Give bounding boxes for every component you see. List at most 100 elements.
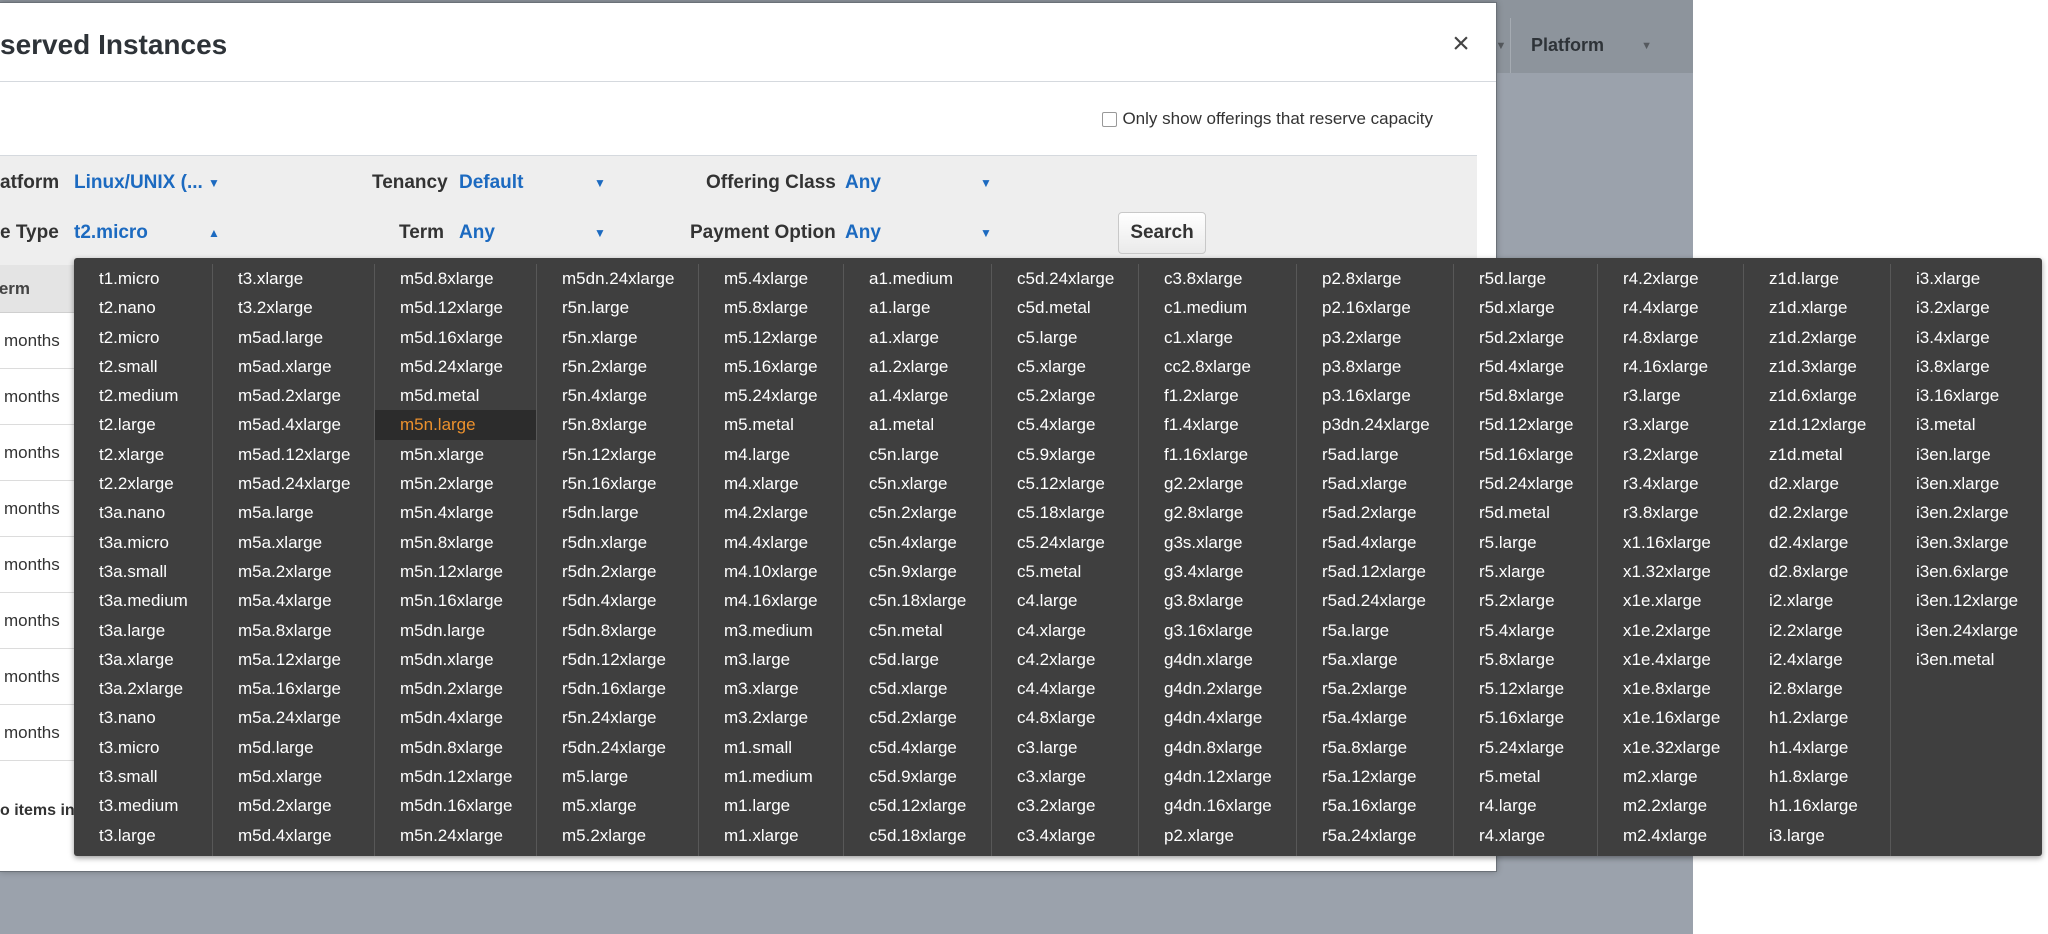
instance-type-option[interactable]: m5ad.12xlarge	[213, 440, 374, 469]
term-column-header[interactable]: erm	[0, 279, 30, 299]
instance-type-option[interactable]: r5n.24xlarge	[537, 703, 698, 732]
instance-type-option[interactable]: m5dn.8xlarge	[375, 733, 536, 762]
instance-type-option[interactable]: h1.2xlarge	[1744, 703, 1890, 732]
instance-type-option[interactable]: m4.2xlarge	[699, 498, 843, 527]
instance-type-option[interactable]: c1.medium	[1139, 293, 1296, 322]
instance-type-option[interactable]: d2.4xlarge	[1744, 528, 1890, 557]
instance-type-option[interactable]: m5a.large	[213, 498, 374, 527]
instance-type-option[interactable]: x1e.16xlarge	[1598, 703, 1743, 732]
instance-type-option[interactable]: r5a.12xlarge	[1297, 762, 1453, 791]
instance-type-option[interactable]: p3dn.24xlarge	[1297, 410, 1453, 439]
instance-type-option[interactable]: m5n.large	[375, 410, 536, 440]
instance-type-option[interactable]: m4.xlarge	[699, 469, 843, 498]
instance-type-option[interactable]: p2.8xlarge	[1297, 264, 1453, 293]
instance-type-option[interactable]: z1d.xlarge	[1744, 293, 1890, 322]
instance-type-option[interactable]: r5n.8xlarge	[537, 410, 698, 439]
instance-type-option[interactable]: r5.xlarge	[1454, 557, 1597, 586]
instance-type-option[interactable]: c3.large	[992, 733, 1138, 762]
instance-type-option[interactable]: r5ad.12xlarge	[1297, 557, 1453, 586]
instance-type-select[interactable]: t2.micro	[74, 222, 148, 244]
term-chevron-icon[interactable]: ▼	[594, 226, 606, 240]
term-select[interactable]: Any	[459, 222, 495, 244]
instance-type-option[interactable]: m5.16xlarge	[699, 352, 843, 381]
instance-type-option[interactable]: t2.xlarge	[74, 440, 212, 469]
instance-type-option[interactable]: m5n.12xlarge	[375, 557, 536, 586]
instance-type-option[interactable]: r4.4xlarge	[1598, 293, 1743, 322]
instance-type-option[interactable]: r3.xlarge	[1598, 410, 1743, 439]
instance-type-option[interactable]: r5a.xlarge	[1297, 645, 1453, 674]
instance-type-option[interactable]: m5a.xlarge	[213, 528, 374, 557]
instance-type-option[interactable]: p3.2xlarge	[1297, 323, 1453, 352]
instance-type-dropdown[interactable]: t1.micro t2.nano t2.micro t2.small t2.medium…	[74, 258, 2042, 856]
instance-type-option[interactable]: m5ad.24xlarge	[213, 469, 374, 498]
instance-type-option[interactable]: g4dn.16xlarge	[1139, 791, 1296, 820]
instance-type-option[interactable]: x1.32xlarge	[1598, 557, 1743, 586]
instance-type-option[interactable]: c5.xlarge	[992, 352, 1138, 381]
instance-type-option[interactable]: r5.24xlarge	[1454, 733, 1597, 762]
instance-type-option[interactable]: t2.2xlarge	[74, 469, 212, 498]
instance-type-option[interactable]: t2.medium	[74, 381, 212, 410]
instance-type-option[interactable]: m5a.12xlarge	[213, 645, 374, 674]
instance-type-option[interactable]: m5ad.xlarge	[213, 352, 374, 381]
instance-type-option[interactable]: c5n.2xlarge	[844, 498, 991, 527]
instance-type-option[interactable]: i3en.24xlarge	[1891, 616, 2042, 645]
instance-type-option[interactable]: f1.2xlarge	[1139, 381, 1296, 410]
instance-type-option[interactable]: a1.2xlarge	[844, 352, 991, 381]
instance-type-option[interactable]: p2.xlarge	[1139, 821, 1296, 850]
instance-type-option[interactable]: c4.2xlarge	[992, 645, 1138, 674]
tenancy-chevron-icon[interactable]: ▼	[594, 176, 606, 190]
instance-type-option[interactable]: a1.4xlarge	[844, 381, 991, 410]
instance-type-option[interactable]: i3en.3xlarge	[1891, 528, 2042, 557]
instance-type-option[interactable]: r5n.12xlarge	[537, 440, 698, 469]
offering-class-chevron-icon[interactable]: ▼	[980, 176, 992, 190]
instance-type-option[interactable]: c3.2xlarge	[992, 791, 1138, 820]
instance-type-option[interactable]: t3.micro	[74, 733, 212, 762]
instance-type-option[interactable]: m5d.8xlarge	[375, 264, 536, 293]
instance-type-option[interactable]: t3.2xlarge	[213, 293, 374, 322]
instance-type-option[interactable]: r5.16xlarge	[1454, 703, 1597, 732]
instance-type-option[interactable]: m1.medium	[699, 762, 843, 791]
instance-type-option[interactable]: m2.2xlarge	[1598, 791, 1743, 820]
instance-type-option[interactable]: m5ad.4xlarge	[213, 410, 374, 439]
instance-type-option[interactable]: r5dn.xlarge	[537, 528, 698, 557]
instance-type-option[interactable]: d2.xlarge	[1744, 469, 1890, 498]
instance-type-option[interactable]: g3.16xlarge	[1139, 616, 1296, 645]
instance-type-option[interactable]: m5d.2xlarge	[213, 791, 374, 820]
instance-type-option[interactable]: m1.xlarge	[699, 821, 843, 850]
instance-type-option[interactable]: r5ad.large	[1297, 440, 1453, 469]
instance-type-option[interactable]: m3.large	[699, 645, 843, 674]
instance-type-option[interactable]: a1.large	[844, 293, 991, 322]
instance-type-option[interactable]: x1e.32xlarge	[1598, 733, 1743, 762]
background-platform-column[interactable]: Platform ▼	[1510, 18, 1660, 73]
instance-type-option[interactable]: p3.8xlarge	[1297, 352, 1453, 381]
instance-type-option[interactable]: r5dn.8xlarge	[537, 616, 698, 645]
instance-type-option[interactable]: a1.metal	[844, 410, 991, 439]
instance-type-option[interactable]: c5n.xlarge	[844, 469, 991, 498]
instance-type-option[interactable]: g2.8xlarge	[1139, 498, 1296, 527]
instance-type-option[interactable]: h1.8xlarge	[1744, 762, 1890, 791]
instance-type-option[interactable]: t3a.2xlarge	[74, 674, 212, 703]
instance-type-option[interactable]: c5.12xlarge	[992, 469, 1138, 498]
platform-select[interactable]: Linux/UNIX (...	[74, 172, 203, 194]
instance-type-option[interactable]: i3en.6xlarge	[1891, 557, 2042, 586]
instance-type-option[interactable]: r5.metal	[1454, 762, 1597, 791]
instance-type-option[interactable]: t2.nano	[74, 293, 212, 322]
instance-type-option[interactable]: i3en.metal	[1891, 645, 2042, 674]
instance-type-option[interactable]: r5.large	[1454, 528, 1597, 557]
instance-type-option[interactable]: f1.4xlarge	[1139, 410, 1296, 439]
reserve-capacity-option[interactable]: Only show offerings that reserve capacit…	[1102, 109, 1433, 129]
instance-type-option[interactable]: m5dn.12xlarge	[375, 762, 536, 791]
instance-type-option[interactable]: m1.small	[699, 733, 843, 762]
instance-type-option[interactable]: z1d.6xlarge	[1744, 381, 1890, 410]
instance-type-option[interactable]: r3.2xlarge	[1598, 440, 1743, 469]
instance-type-option[interactable]: t3a.micro	[74, 528, 212, 557]
instance-type-option[interactable]: m5d.24xlarge	[375, 352, 536, 381]
instance-type-option[interactable]: r5n.xlarge	[537, 323, 698, 352]
instance-type-option[interactable]: r4.2xlarge	[1598, 264, 1743, 293]
instance-type-option[interactable]: c5.metal	[992, 557, 1138, 586]
instance-type-option[interactable]: z1d.2xlarge	[1744, 323, 1890, 352]
instance-type-option[interactable]: i3.8xlarge	[1891, 352, 2042, 381]
instance-type-option[interactable]: h1.4xlarge	[1744, 733, 1890, 762]
instance-type-option[interactable]: c5.2xlarge	[992, 381, 1138, 410]
instance-type-option[interactable]: r5dn.24xlarge	[537, 733, 698, 762]
